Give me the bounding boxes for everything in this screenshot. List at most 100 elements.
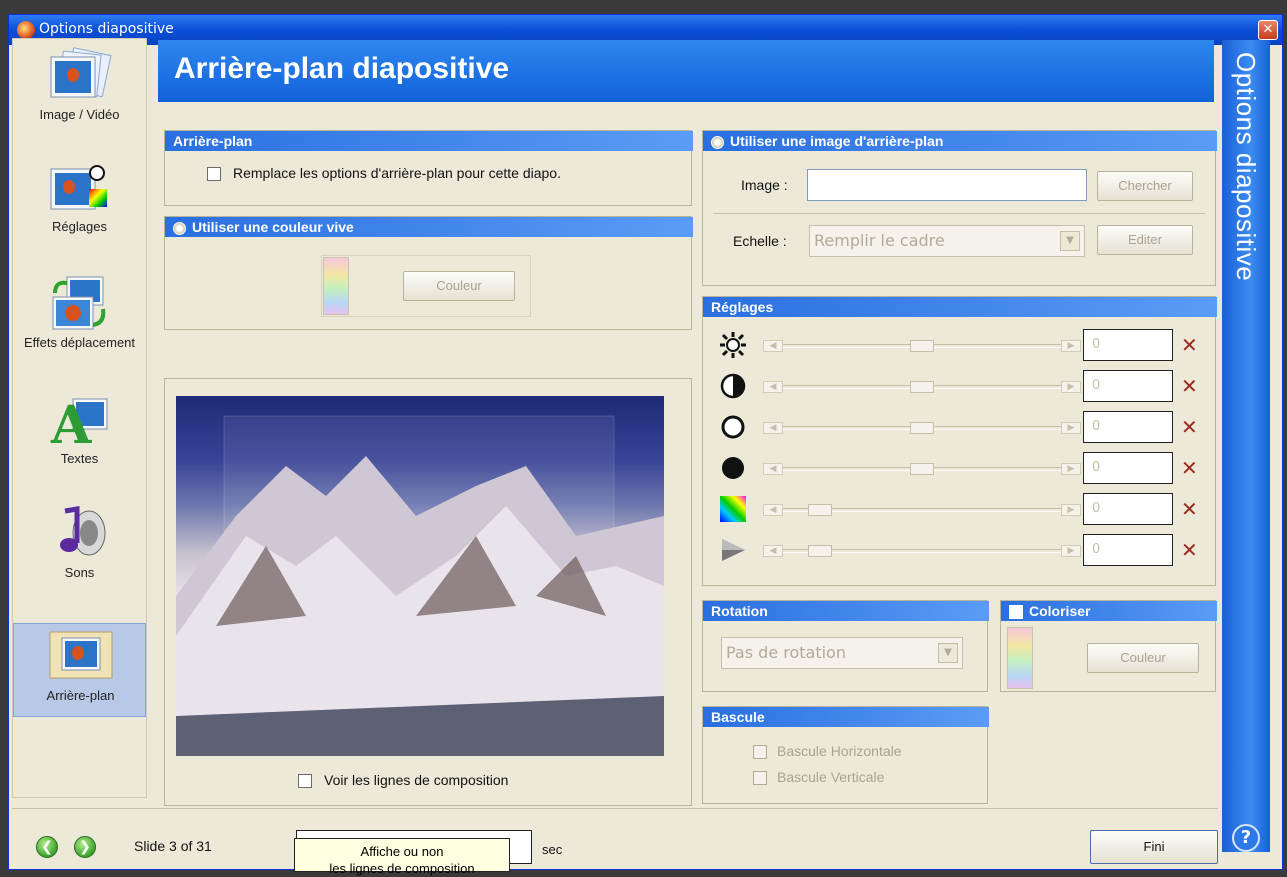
slider-right-arrow-icon[interactable]: ▶ <box>1061 545 1081 557</box>
flip-horizontal-checkbox[interactable] <box>753 745 767 759</box>
chevron-down-icon: ▼ <box>1060 231 1080 251</box>
image-label: Image : <box>741 177 788 193</box>
scale-select-value: Remplir le cadre <box>814 231 945 250</box>
slider-right-arrow-icon[interactable]: ▶ <box>1061 381 1081 393</box>
page-header: Arrière-plan diapositive <box>158 40 1214 102</box>
group-title: Bascule <box>703 707 989 727</box>
override-checkbox[interactable] <box>207 167 221 181</box>
colorize-checkbox[interactable] <box>1009 605 1023 620</box>
composition-lines-checkbox[interactable] <box>298 774 312 788</box>
sidebar: Image / Vidéo Réglages Effets déplacemen… <box>12 38 147 798</box>
image-background-group: Utiliser une image d'arrière-plan Image … <box>702 130 1217 286</box>
adjustment-slider[interactable]: ◀ ▶ <box>763 504 1081 516</box>
group-title-text: Utiliser une image d'arrière-plan <box>730 133 944 149</box>
adjustment-slider[interactable]: ◀ ▶ <box>763 545 1081 557</box>
background-preview-image <box>176 396 664 756</box>
slider-thumb[interactable] <box>910 340 934 352</box>
contrast-icon <box>719 372 747 400</box>
color-button[interactable]: Couleur <box>403 271 515 301</box>
colorize-swatch <box>1007 627 1033 689</box>
image-stack-icon <box>50 47 112 98</box>
rotation-group: Rotation Pas de rotation ▼ <box>702 600 989 692</box>
arriere-plan-group: Arrière-plan Remplace les options d'arri… <box>164 130 693 206</box>
group-title: Utiliser une couleur vive <box>165 217 693 237</box>
adjustment-slider[interactable]: ◀ ▶ <box>763 463 1081 475</box>
sidebar-item-arriere-plan[interactable]: Arrière-plan <box>13 623 146 717</box>
browse-button[interactable]: Chercher <box>1097 171 1193 201</box>
slider-thumb[interactable] <box>910 422 934 434</box>
mountain-image <box>176 415 664 756</box>
adjustment-slider[interactable]: ◀ ▶ <box>763 340 1081 352</box>
slider-thumb[interactable] <box>910 463 934 475</box>
previous-slide-button[interactable]: ❮ <box>36 836 58 858</box>
motion-effects-icon <box>52 276 106 330</box>
reset-icon[interactable]: ✕ <box>1181 374 1198 398</box>
slider-right-arrow-icon[interactable]: ▶ <box>1061 340 1081 352</box>
edit-button[interactable]: Editer <box>1097 225 1193 255</box>
flip-vertical-checkbox[interactable] <box>753 771 767 785</box>
reset-icon[interactable]: ✕ <box>1181 497 1198 521</box>
svg-text:A: A <box>50 395 92 447</box>
image-bg-radio[interactable] <box>711 135 724 149</box>
sidebar-item-effets[interactable]: Effets déplacement <box>13 271 146 365</box>
help-icon[interactable]: ? <box>1232 824 1260 852</box>
music-note-speaker-icon <box>60 506 106 556</box>
adjustment-row: ◀ ▶ 0 ✕ <box>703 530 1208 570</box>
sidebar-item-reglages[interactable]: Réglages <box>13 155 146 249</box>
adjustment-value-input[interactable]: 0 <box>1083 493 1173 525</box>
color-swatch <box>323 257 349 315</box>
slider-left-arrow-icon[interactable]: ◀ <box>763 422 783 434</box>
rotation-select[interactable]: Pas de rotation ▼ <box>721 637 963 669</box>
divider <box>713 213 1205 214</box>
sidebar-item-textes[interactable]: A Textes <box>13 387 146 481</box>
slider-thumb[interactable] <box>910 381 934 393</box>
group-title: Arrière-plan <box>165 131 693 151</box>
image-path-input[interactable] <box>807 169 1087 201</box>
adjustment-value-input[interactable]: 0 <box>1083 329 1173 361</box>
slider-left-arrow-icon[interactable]: ◀ <box>763 545 783 557</box>
brightness-icon <box>719 331 747 359</box>
reset-icon[interactable]: ✕ <box>1181 415 1198 439</box>
tooltip-line: Affiche ou non <box>360 844 444 859</box>
tooltip: Affiche ou non les lignes de composition <box>294 838 510 876</box>
reset-icon[interactable]: ✕ <box>1181 333 1198 357</box>
slider-left-arrow-icon[interactable]: ◀ <box>763 504 783 516</box>
slider-right-arrow-icon[interactable]: ▶ <box>1061 504 1081 516</box>
close-button[interactable]: ✕ <box>1258 20 1278 40</box>
sidebar-item-image-video[interactable]: Image / Vidéo <box>13 43 146 137</box>
reset-icon[interactable]: ✕ <box>1181 538 1198 562</box>
group-title-text: Coloriser <box>1029 603 1091 619</box>
chevron-down-icon: ▼ <box>938 643 958 663</box>
adjustment-row: ◀ ▶ 0 ✕ <box>703 489 1208 529</box>
adjustment-slider[interactable]: ◀ ▶ <box>763 422 1081 434</box>
solid-color-radio[interactable] <box>173 221 186 235</box>
next-slide-button[interactable]: ❯ <box>74 836 96 858</box>
done-button[interactable]: Fini <box>1090 830 1218 864</box>
adjustment-value-input[interactable]: 0 <box>1083 411 1173 443</box>
sidebar-item-label: Arrière-plan <box>46 688 115 703</box>
adjustment-value-input[interactable]: 0 <box>1083 534 1173 566</box>
slider-left-arrow-icon[interactable]: ◀ <box>763 381 783 393</box>
reset-icon[interactable]: ✕ <box>1181 456 1198 480</box>
duration-unit: sec <box>542 842 563 857</box>
adjustment-row: ◀ ▶ 0 ✕ <box>703 366 1208 406</box>
slider-right-arrow-icon[interactable]: ▶ <box>1061 463 1081 475</box>
slider-thumb[interactable] <box>808 545 832 557</box>
scale-label: Echelle : <box>733 233 787 249</box>
adjustment-value-input[interactable]: 0 <box>1083 370 1173 402</box>
side-banner-title: Options diapositive <box>1231 52 1261 282</box>
adjustment-value-input[interactable]: 0 <box>1083 452 1173 484</box>
slider-right-arrow-icon[interactable]: ▶ <box>1061 422 1081 434</box>
slider-left-arrow-icon[interactable]: ◀ <box>763 340 783 352</box>
group-title: Utiliser une image d'arrière-plan <box>703 131 1217 151</box>
adjustment-slider[interactable]: ◀ ▶ <box>763 381 1081 393</box>
slider-thumb[interactable] <box>808 504 832 516</box>
slider-left-arrow-icon[interactable]: ◀ <box>763 463 783 475</box>
color-spectrum-icon <box>719 495 747 523</box>
slide-counter: Slide 3 of 31 <box>134 838 212 854</box>
scale-select[interactable]: Remplir le cadre ▼ <box>809 225 1085 257</box>
sidebar-item-sons[interactable]: Sons <box>13 501 146 595</box>
background-image-icon <box>49 631 113 679</box>
override-label: Remplace les options d'arrière-plan pour… <box>233 165 561 181</box>
colorize-color-button[interactable]: Couleur <box>1087 643 1199 673</box>
